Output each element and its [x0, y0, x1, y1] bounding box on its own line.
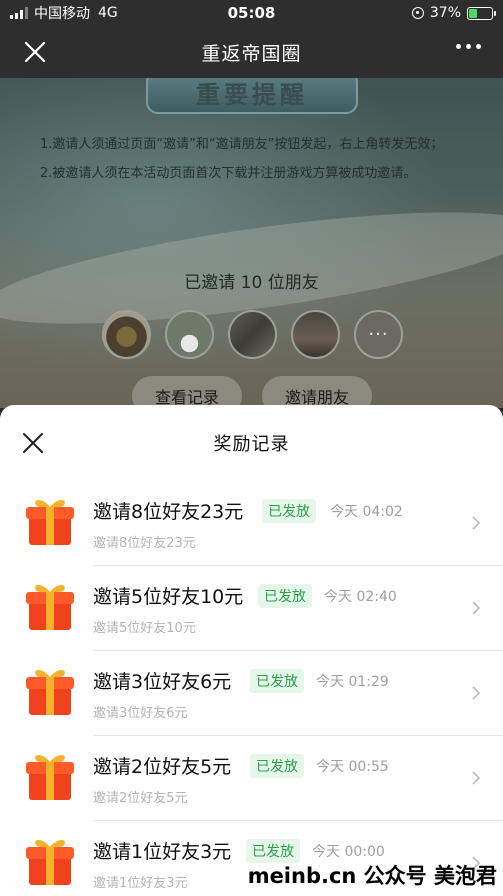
record-row[interactable]: 邀请2位好友5元 已发放 今天 00:55 邀请2位好友5元: [0, 736, 503, 821]
status-badge: 已发放: [250, 754, 304, 778]
record-subtitle: 邀请1位好友3元: [93, 876, 188, 891]
chevron-right-icon: [472, 771, 481, 785]
close-icon[interactable]: [22, 39, 48, 65]
gift-icon: [24, 750, 76, 802]
status-badge: 已发放: [258, 584, 312, 608]
record-subtitle: 邀请5位好友10元: [93, 621, 196, 636]
record-time: 今天 00:55: [316, 759, 389, 775]
record-title: 邀请5位好友10元: [93, 586, 244, 608]
battery-icon: [467, 6, 496, 20]
chevron-right-icon: [472, 601, 481, 615]
battery-percent: 37%: [429, 5, 461, 21]
record-subtitle: 邀请2位好友5元: [93, 791, 188, 806]
orientation-lock-icon: [411, 7, 424, 19]
record-title: 邀请8位好友23元: [93, 501, 244, 523]
avatar: [102, 310, 151, 359]
invited-count-text: 已邀请 10 位朋友: [184, 273, 319, 293]
record-time: 今天 04:02: [330, 504, 403, 520]
nav-bar: 重返帝国圈: [0, 26, 503, 78]
record-time: 今天 00:00: [312, 844, 385, 860]
status-badge: 已发放: [262, 499, 316, 523]
avatar: [291, 310, 340, 359]
chevron-right-icon: [472, 686, 481, 700]
close-icon[interactable]: [22, 432, 44, 454]
invited-avatars: ···: [102, 310, 403, 359]
record-row[interactable]: 邀请5位好友10元 已发放 今天 02:40 邀请5位好友10元: [0, 566, 503, 651]
gift-icon: [24, 835, 76, 887]
record-row[interactable]: 邀请8位好友23元 已发放 今天 04:02 邀请8位好友23元: [0, 481, 503, 566]
view-records-button[interactable]: 查看记录: [132, 376, 242, 408]
record-subtitle: 邀请8位好友23元: [93, 536, 196, 551]
more-avatars-icon: ···: [354, 310, 403, 359]
network-label: 4G: [98, 5, 118, 21]
page-title: 重返帝国圈: [201, 42, 302, 65]
status-bar: 中国移动 4G 05:08 37%: [0, 0, 503, 26]
record-time: 今天 01:29: [316, 674, 389, 690]
sheet-title: 奖励记录: [213, 434, 290, 455]
gift-icon: [24, 580, 76, 632]
rule-text-2: 2.被邀请人须在本活动页面首次下载并注册游戏方算被成功邀请。: [40, 166, 417, 181]
invite-friends-button[interactable]: 邀请朋友: [262, 376, 372, 408]
reward-records-sheet: 奖励记录 邀请8位好友23元 已发放 今天 04:02 邀请8位好友23元 邀请5位好友…: [0, 405, 503, 896]
rule-text-1: 1.邀请人须通过页面“邀请”和“邀请朋友”按钮发起，右上角转发无效；: [40, 137, 444, 152]
avatar: [165, 310, 214, 359]
avatar: [228, 310, 277, 359]
status-badge: 已发放: [250, 669, 304, 693]
reminder-banner: 重要提醒: [146, 78, 358, 114]
gift-icon: [24, 665, 76, 717]
record-title: 邀请3位好友6元: [93, 671, 232, 693]
gift-icon: [24, 495, 76, 547]
background-page: 重要提醒 1.邀请人须通过页面“邀请”和“邀请朋友”按钮发起，右上角转发无效； …: [0, 78, 503, 408]
chevron-right-icon: [472, 516, 481, 530]
record-title: 邀请1位好友3元: [93, 841, 232, 863]
watermark: meinb.cn 公众号 美泡君: [247, 864, 497, 888]
record-subtitle: 邀请3位好友6元: [93, 706, 188, 721]
sheet-header: 奖励记录: [0, 405, 503, 481]
records-list: 邀请8位好友23元 已发放 今天 04:02 邀请8位好友23元 邀请5位好友10元 已发…: [0, 481, 503, 896]
reminder-title: 重要提醒: [196, 80, 308, 109]
signal-icon: [10, 7, 28, 19]
record-row[interactable]: 邀请3位好友6元 已发放 今天 01:29 邀请3位好友6元: [0, 651, 503, 736]
record-title: 邀请2位好友5元: [93, 756, 232, 778]
clock: 05:08: [227, 4, 276, 22]
record-time: 今天 02:40: [324, 589, 397, 605]
carrier-label: 中国移动: [34, 6, 90, 22]
more-icon[interactable]: [456, 44, 481, 49]
